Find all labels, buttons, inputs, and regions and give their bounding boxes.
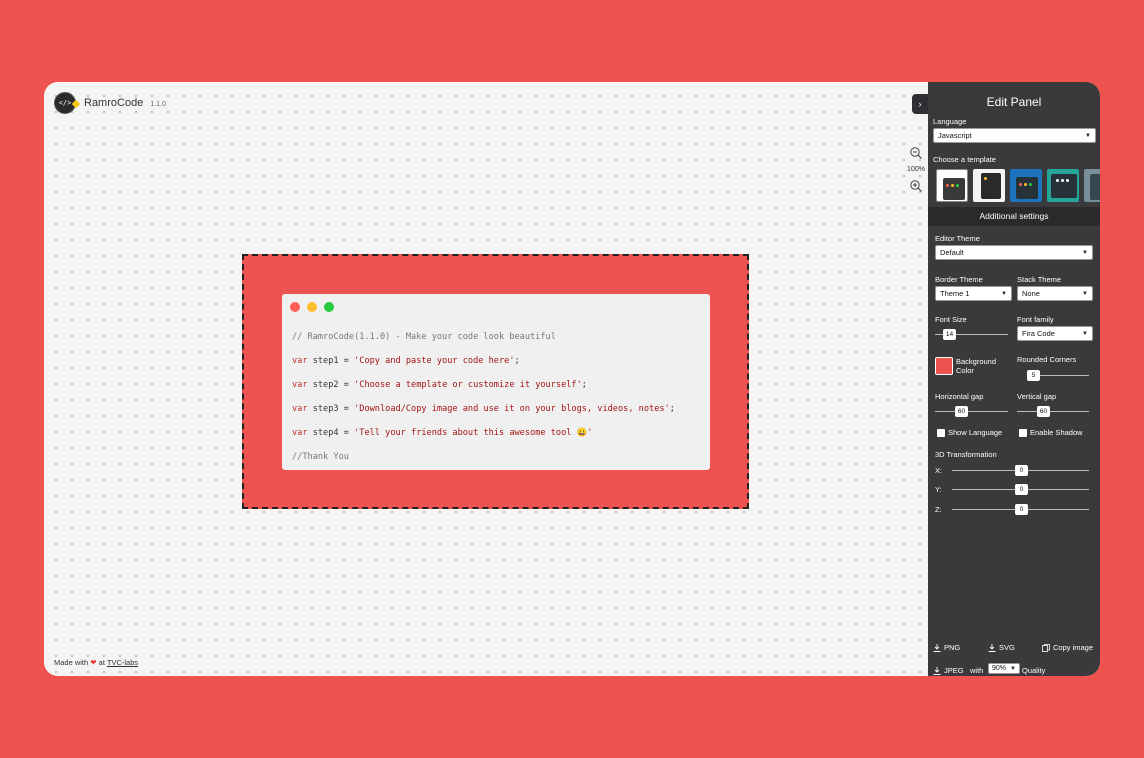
collapse-panel-button[interactable]: › (912, 94, 928, 114)
png-download-button[interactable]: PNG (933, 643, 960, 652)
enable-shadow-checkbox[interactable]: Enable Shadow (1019, 428, 1083, 437)
zoom-in-icon[interactable] (909, 179, 923, 193)
stack-theme-label: Stack Theme (1017, 275, 1062, 284)
tvc-labs-link[interactable]: TVC-labs (107, 658, 138, 667)
background-color-swatch[interactable] (935, 357, 953, 375)
brand: </> RamroCode 1.1.0 (54, 92, 166, 114)
horizontal-gap-label: Horizontal gap (935, 392, 984, 401)
y-slider[interactable]: 0 (952, 484, 1089, 495)
jpeg-download-button[interactable]: JPEG (933, 666, 964, 675)
zoom-value: 100% (907, 166, 925, 173)
editor-theme-label: Editor Theme (935, 234, 980, 243)
font-size-label: Font Size (935, 315, 967, 324)
template-option[interactable] (936, 169, 968, 202)
z-label: Z: (935, 505, 942, 514)
code-line: // RamroCode(1.1.0) - Make your code loo… (292, 332, 556, 342)
template-option[interactable] (1084, 169, 1100, 202)
additional-settings-header: Additional settings (928, 207, 1100, 226)
chevron-down-icon: ▼ (1082, 330, 1088, 337)
y-label: Y: (935, 485, 942, 494)
copy-icon (1042, 643, 1050, 652)
vertical-gap-slider[interactable]: 60 (1017, 406, 1089, 417)
code-line: var step3 = 'Download/Copy image and use… (292, 404, 675, 414)
code-line: var step1 = 'Copy and paste your code he… (292, 356, 520, 366)
show-language-checkbox[interactable]: Show Language (937, 428, 1002, 437)
edit-panel: Edit Panel Language Javascript ▼ Choose a… (928, 82, 1100, 676)
zoom-controls: 100% (904, 146, 928, 193)
heart-icon: ❤ (90, 658, 97, 667)
template-option[interactable] (973, 169, 1005, 202)
font-family-label: Font family (1017, 315, 1054, 324)
template-option[interactable] (1010, 169, 1042, 202)
quality-label: Quality (1022, 666, 1046, 675)
z-slider[interactable]: 0 (952, 504, 1089, 515)
vertical-gap-label: Vertical gap (1017, 392, 1057, 401)
chevron-down-icon: ▼ (1001, 290, 1007, 297)
code-window[interactable]: // RamroCode(1.1.0) - Make your code loo… (282, 294, 710, 470)
code-editor[interactable]: // RamroCode(1.1.0) - Make your code loo… (292, 332, 675, 476)
code-line: var step4 = 'Tell your friends about thi… (292, 428, 593, 438)
font-size-slider[interactable]: 14 (935, 329, 1008, 340)
template-label: Choose a template (933, 155, 996, 164)
x-label: X: (935, 466, 943, 475)
red-dot-icon (290, 302, 300, 312)
brand-version: 1.1.0 (150, 101, 166, 108)
window-dots (290, 302, 334, 312)
code-line: var step2 = 'Choose a template or custom… (292, 380, 587, 390)
canvas-area[interactable]: </> RamroCode 1.1.0 100% › // RamroCode(… (44, 82, 928, 676)
border-theme-select[interactable]: Theme 1 ▼ (935, 286, 1012, 301)
download-icon (933, 643, 941, 652)
yellow-dot-icon (307, 302, 317, 312)
rounded-corners-slider[interactable]: 5 (1027, 370, 1089, 381)
rounded-corners-label: Rounded Corners (1017, 355, 1077, 364)
chevron-down-icon: ▼ (1010, 665, 1016, 672)
language-select[interactable]: Javascript ▼ (933, 128, 1096, 143)
stack-theme-select[interactable]: None ▼ (1017, 286, 1093, 301)
app-window: </> RamroCode 1.1.0 100% › // RamroCode(… (44, 82, 1100, 676)
download-icon (933, 666, 941, 675)
transform-label: 3D Transformation (935, 450, 997, 459)
chevron-down-icon: ▼ (1085, 132, 1091, 139)
svg-download-button[interactable]: SVG (988, 643, 1015, 652)
zoom-out-icon[interactable] (909, 146, 923, 160)
footer: Made with ❤ at TVC-labs (54, 658, 139, 667)
template-list (936, 169, 1100, 202)
x-slider[interactable]: 0 (952, 465, 1089, 476)
code-frame[interactable]: // RamroCode(1.1.0) - Make your code loo… (242, 254, 749, 509)
code-line: //Thank You (292, 452, 349, 462)
language-label: Language (933, 117, 967, 126)
panel-title: Edit Panel (986, 95, 1042, 109)
chevron-down-icon: ▼ (1082, 290, 1088, 297)
horizontal-gap-slider[interactable]: 60 (935, 406, 1008, 417)
green-dot-icon (324, 302, 334, 312)
font-family-select[interactable]: Fira Code ▼ (1017, 326, 1093, 341)
background-color-label: Background Color (956, 357, 997, 375)
download-icon (988, 643, 996, 652)
copy-image-button[interactable]: Copy image (1042, 643, 1093, 652)
chevron-right-icon: › (918, 99, 922, 109)
logo-icon: </> (54, 92, 81, 114)
template-option[interactable] (1047, 169, 1079, 202)
border-theme-label: Border Theme (935, 275, 983, 284)
with-label: with (970, 666, 984, 675)
brand-name: RamroCode (84, 97, 144, 109)
editor-theme-select[interactable]: Default ▼ (935, 245, 1093, 260)
quality-select[interactable]: 90% ▼ (988, 663, 1020, 674)
chevron-down-icon: ▼ (1082, 249, 1088, 256)
